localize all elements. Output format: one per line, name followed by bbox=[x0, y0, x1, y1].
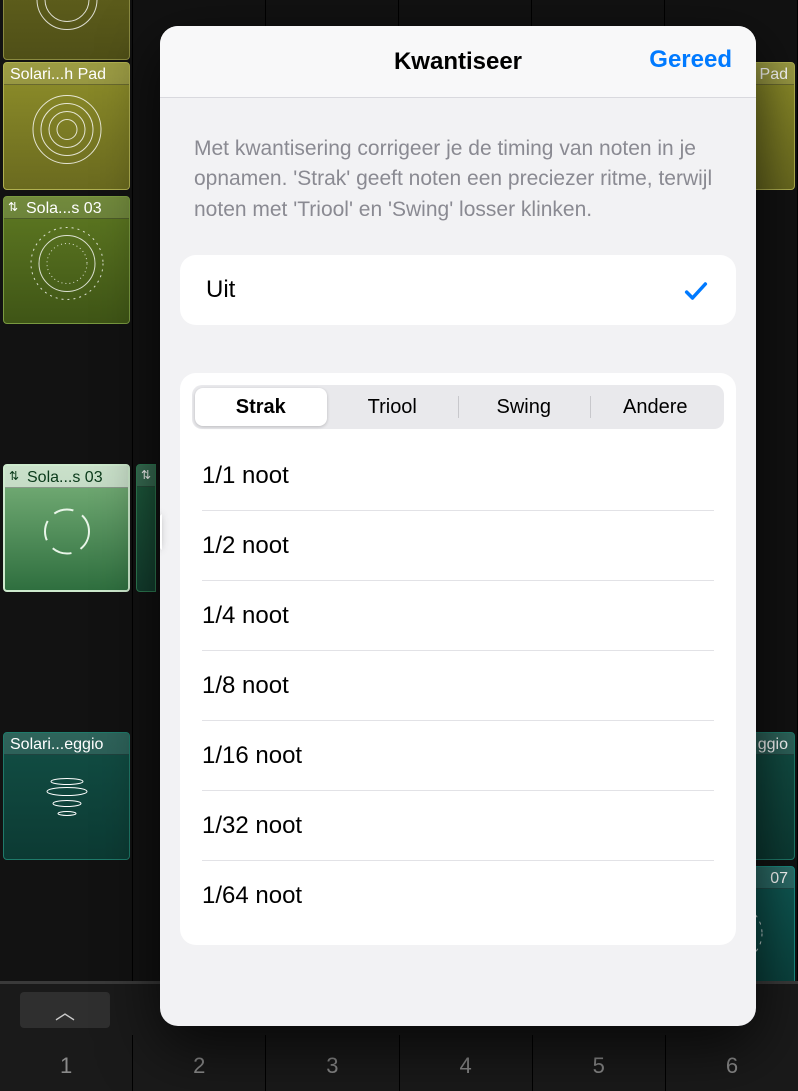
clip-label: Sola...s 03 bbox=[27, 469, 122, 487]
note-option[interactable]: 1/64 noot bbox=[202, 861, 714, 931]
scene-trigger[interactable]: 6 bbox=[665, 1035, 798, 1091]
segmented-control: Strak Triool Swing Andere bbox=[192, 385, 724, 429]
checkmark-icon bbox=[682, 277, 710, 310]
quantize-popover: Kwantiseer Gereed Met kwantisering corri… bbox=[160, 26, 756, 1026]
clip-label: Solari...eggio bbox=[10, 736, 123, 754]
clip-cell[interactable] bbox=[3, 0, 130, 60]
scene-trigger[interactable]: 5 bbox=[532, 1035, 665, 1091]
note-option[interactable]: 1/16 noot bbox=[202, 721, 714, 791]
scene-trigger[interactable]: 4 bbox=[399, 1035, 532, 1091]
note-option[interactable]: 1/4 noot bbox=[202, 581, 714, 651]
clip-label: ggio bbox=[758, 736, 788, 754]
popover-description: Met kwantisering corrigeer je de timing … bbox=[160, 98, 756, 255]
clip-cell[interactable]: ⇅ Sola...s 03 bbox=[3, 196, 130, 324]
off-label: Uit bbox=[206, 276, 235, 304]
scene-trigger[interactable]: 2 bbox=[132, 1035, 265, 1091]
clip-label: Solari...h Pad bbox=[10, 66, 123, 84]
segment-andere[interactable]: Andere bbox=[590, 388, 722, 426]
updown-icon: ⇅ bbox=[141, 468, 151, 482]
clip-cell[interactable]: ⇅ bbox=[136, 464, 156, 592]
expand-button[interactable]: ︿ bbox=[20, 992, 110, 1028]
clip-label: 07 bbox=[770, 870, 788, 888]
updown-icon: ⇅ bbox=[9, 469, 19, 483]
clip-label: Pad bbox=[760, 66, 788, 84]
quantize-panel: Strak Triool Swing Andere 1/1 noot 1/2 n… bbox=[180, 373, 736, 945]
note-option[interactable]: 1/8 noot bbox=[202, 651, 714, 721]
clip-cell[interactable]: Solari...eggio bbox=[3, 732, 130, 860]
popover-title: Kwantiseer bbox=[394, 48, 522, 76]
scene-trigger[interactable]: 1 bbox=[0, 1035, 132, 1091]
done-button[interactable]: Gereed bbox=[649, 46, 732, 74]
quantize-off-row[interactable]: Uit bbox=[180, 255, 736, 325]
clip-cell-selected[interactable]: ⇅ Sola...s 03 bbox=[3, 464, 130, 592]
updown-icon: ⇅ bbox=[8, 200, 18, 214]
popover-header: Kwantiseer Gereed bbox=[160, 26, 756, 98]
note-value-list: 1/1 noot 1/2 noot 1/4 noot 1/8 noot 1/16… bbox=[180, 441, 736, 945]
segment-strak[interactable]: Strak bbox=[195, 388, 327, 426]
segment-swing[interactable]: Swing bbox=[458, 388, 590, 426]
chevron-up-icon: ︿ bbox=[55, 996, 75, 1025]
segment-triool[interactable]: Triool bbox=[327, 388, 459, 426]
note-option[interactable]: 1/2 noot bbox=[202, 511, 714, 581]
clip-label: Sola...s 03 bbox=[26, 200, 123, 218]
scene-trigger[interactable]: 3 bbox=[265, 1035, 398, 1091]
clip-cell[interactable]: Solari...h Pad bbox=[3, 62, 130, 190]
note-option[interactable]: 1/1 noot bbox=[202, 441, 714, 511]
scene-triggers: 1 2 3 4 5 6 bbox=[0, 1035, 798, 1091]
note-option[interactable]: 1/32 noot bbox=[202, 791, 714, 861]
